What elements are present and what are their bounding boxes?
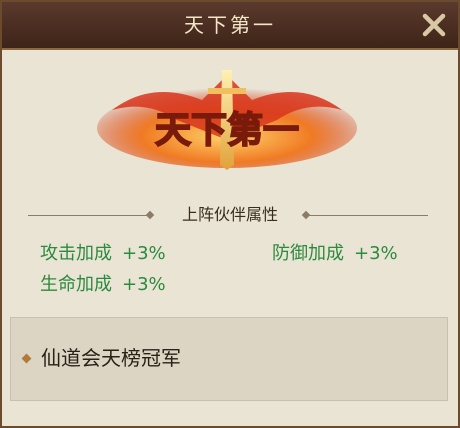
stat-value: +3% xyxy=(354,243,398,264)
stat-value: +3% xyxy=(122,243,166,264)
sword-guard xyxy=(208,88,246,94)
stat-name: 防御加成 xyxy=(272,243,344,264)
title-emblem: 天下第一 xyxy=(97,70,357,170)
close-icon[interactable] xyxy=(420,11,448,39)
section-label: 上阵伙伴属性 xyxy=(181,205,278,224)
stat-health: 生命加成 +3% xyxy=(40,273,166,297)
dialog-title: 天下第一 xyxy=(184,13,276,37)
source-box: 仙道会天榜冠军 xyxy=(10,317,448,401)
emblem-text: 天下第一 xyxy=(155,109,299,151)
stat-name: 生命加成 xyxy=(40,274,112,295)
dialog-header: 天下第一 xyxy=(2,2,458,50)
diamond-bullet-icon xyxy=(21,353,32,364)
stat-defense: 防御加成 +3% xyxy=(272,242,398,266)
stat-name: 攻击加成 xyxy=(40,243,112,264)
source-text: 仙道会天榜冠军 xyxy=(41,346,181,370)
stat-value: +3% xyxy=(122,274,166,295)
stat-attack: 攻击加成 +3% xyxy=(40,242,166,266)
title-dialog: 天下第一 天下第一 上阵伙伴属性 攻击加成 +3% 防御加成 +3% 生命加成 … xyxy=(0,0,460,428)
section-divider: 上阵伙伴属性 xyxy=(2,205,458,225)
